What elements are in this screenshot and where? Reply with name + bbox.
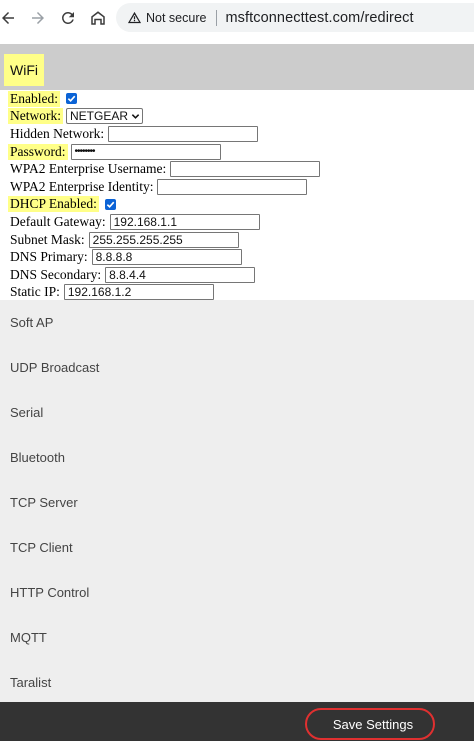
wifi-title: WiFi xyxy=(4,54,44,86)
page-content: WiFi Enabled: Network: NETGEAR Hidden Ne… xyxy=(0,36,474,741)
network-selected-value: NETGEAR xyxy=(70,109,129,124)
subnet-label: Subnet Mask: xyxy=(10,231,85,247)
security-chip[interactable]: Not secure xyxy=(127,10,206,25)
wpa2-identity-row: WPA2 Enterprise Identity: xyxy=(10,178,474,196)
hidden-network-row: Hidden Network: xyxy=(10,125,474,143)
wpa2-identity-input[interactable] xyxy=(157,178,308,195)
footer-bar: Save Settings xyxy=(0,702,474,741)
settings-sections: Soft AP UDP Broadcast Serial Bluetooth T… xyxy=(0,300,474,702)
dns-secondary-input[interactable]: 8.8.4.4 xyxy=(105,266,256,283)
forward-arrow-icon[interactable] xyxy=(26,6,50,30)
subnet-input[interactable]: 255.255.255.255 xyxy=(88,231,239,248)
hidden-network-label: Hidden Network: xyxy=(10,125,105,141)
dns-primary-label: DNS Primary: xyxy=(10,249,88,265)
browser-toolbar: Not secure msftconnecttest.com/redirect xyxy=(0,0,474,36)
static-ip-input[interactable]: 192.168.1.2 xyxy=(63,284,214,301)
security-label: Not secure xyxy=(146,10,207,25)
wpa2-username-input[interactable] xyxy=(170,161,321,178)
section-bluetooth[interactable]: Bluetooth xyxy=(0,435,474,480)
wpa2-username-row: WPA2 Enterprise Username: xyxy=(10,160,474,178)
wpa2-username-label: WPA2 Enterprise Username: xyxy=(10,161,167,177)
reload-icon[interactable] xyxy=(56,6,80,30)
dns-secondary-label: DNS Secondary: xyxy=(10,266,102,282)
section-mqtt[interactable]: MQTT xyxy=(0,615,474,660)
enabled-checkbox[interactable] xyxy=(65,93,77,105)
dhcp-label: DHCP Enabled: xyxy=(8,196,99,213)
section-http-control[interactable]: HTTP Control xyxy=(0,570,474,615)
network-row: Network: NETGEAR xyxy=(8,108,474,126)
warning-triangle-icon xyxy=(127,11,142,24)
network-label: Network: xyxy=(8,108,63,125)
section-taralist[interactable]: Taralist xyxy=(0,660,474,705)
subnet-row: Subnet Mask: 255.255.255.255 xyxy=(10,231,474,249)
dns-primary-input[interactable]: 8.8.8.8 xyxy=(91,249,242,266)
dns-primary-row: DNS Primary: 8.8.8.8 xyxy=(10,248,474,266)
password-label: Password: xyxy=(8,143,68,160)
dns-secondary-row: DNS Secondary: 8.8.4.4 xyxy=(10,266,474,284)
wpa2-identity-label: WPA2 Enterprise Identity: xyxy=(10,178,154,194)
password-input[interactable]: •••••••• xyxy=(70,143,221,160)
save-settings-button[interactable]: Save Settings xyxy=(310,712,436,736)
checkmark-icon xyxy=(106,201,115,208)
chevron-down-icon xyxy=(131,114,140,119)
back-arrow-icon[interactable] xyxy=(0,6,20,30)
hidden-network-input[interactable] xyxy=(108,125,259,142)
section-tcp-client[interactable]: TCP Client xyxy=(0,525,474,570)
section-udp-broadcast[interactable]: UDP Broadcast xyxy=(0,345,474,390)
section-soft-ap[interactable]: Soft AP xyxy=(0,300,474,345)
dhcp-checkbox[interactable] xyxy=(104,198,116,210)
static-ip-row: Static IP: 192.168.1.2 xyxy=(10,284,474,302)
network-select[interactable]: NETGEAR xyxy=(66,108,144,125)
dhcp-row: DHCP Enabled: xyxy=(8,196,474,214)
address-bar[interactable]: Not secure msftconnecttest.com/redirect xyxy=(116,3,474,32)
enabled-row: Enabled: xyxy=(8,90,474,108)
section-serial[interactable]: Serial xyxy=(0,390,474,435)
wifi-form: Enabled: Network: NETGEAR Hidden Network… xyxy=(0,90,474,301)
gateway-label: Default Gateway: xyxy=(10,213,106,229)
static-ip-label: Static IP: xyxy=(10,284,60,300)
wifi-section-header[interactable]: WiFi xyxy=(0,44,474,90)
section-tcp-server[interactable]: TCP Server xyxy=(0,480,474,525)
home-icon[interactable] xyxy=(86,6,110,30)
password-row: Password: •••••••• xyxy=(8,143,474,161)
gateway-row: Default Gateway: 192.168.1.1 xyxy=(10,213,474,231)
gateway-input[interactable]: 192.168.1.1 xyxy=(109,213,260,230)
url-text[interactable]: msftconnecttest.com/redirect xyxy=(225,10,413,26)
omnibox-divider xyxy=(216,9,218,26)
enabled-label: Enabled: xyxy=(8,90,60,107)
checkmark-icon xyxy=(67,95,76,103)
